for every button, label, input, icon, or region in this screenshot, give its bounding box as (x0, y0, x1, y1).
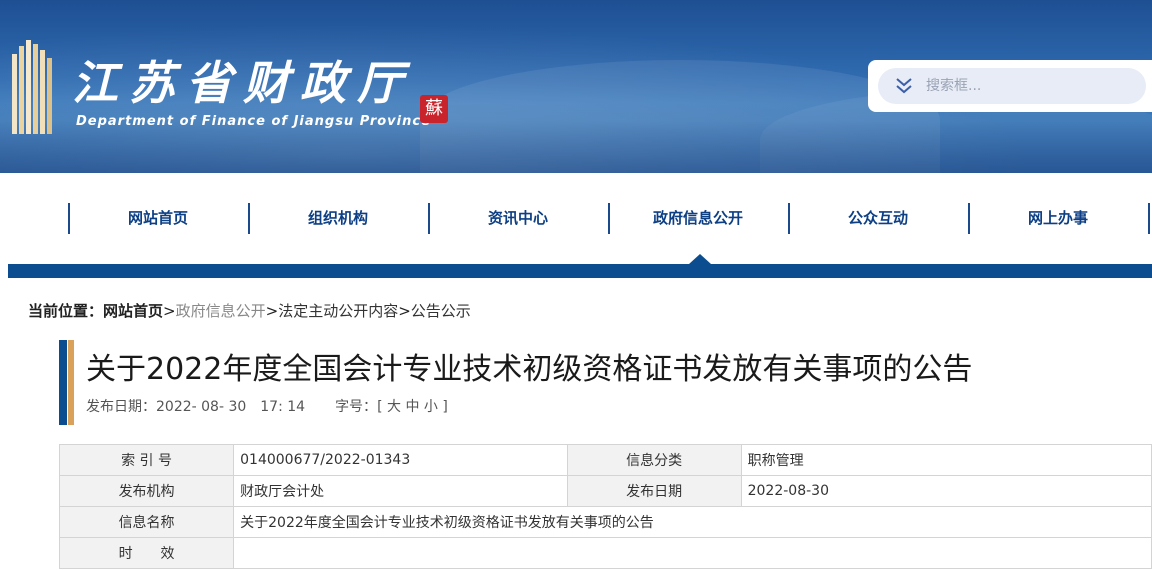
breadcrumb: 当前位置：网站首页>政府信息公开>法定主动公开内容>公告公示 (28, 300, 471, 321)
header-banner: 江苏省财政厅 Department of Finance of Jiangsu … (0, 0, 1152, 173)
table-cell-value: 关于2022年度全国会计专业技术初级资格证书发放有关事项的公告 (233, 506, 1152, 538)
table-cell-value: 职称管理 (740, 444, 1152, 476)
article-title: 关于2022年度全国会计专业技术初级资格证书发放有关事项的公告 (86, 352, 973, 387)
table-cell-label: 信息分类 (566, 444, 742, 476)
breadcrumb-separator: > (398, 302, 411, 320)
title-accent-bar (59, 340, 67, 425)
nav-active-pointer (689, 254, 711, 264)
font-size-label: 字号： (335, 399, 378, 415)
table-cell-value: 2022-08-30 (740, 475, 1152, 507)
breadcrumb-link-home[interactable]: 网站首页 (103, 302, 163, 320)
nav-item-news[interactable]: 资讯中心 (428, 203, 608, 233)
logo-icon (12, 40, 52, 134)
table-cell-label: 发布日期 (566, 475, 742, 507)
table-cell-value (233, 537, 1152, 569)
site-title: 江苏省财政厅 (72, 56, 414, 110)
article-header: 关于2022年度全国会计专业技术初级资格证书发放有关事项的公告 发布日期：202… (59, 340, 1149, 425)
info-table: 索 引 号 014000677/2022-01343 信息分类 职称管理 发布机… (58, 444, 1152, 569)
table-cell-value: 财政厅会计处 (233, 475, 568, 507)
nav-item-home[interactable]: 网站首页 (68, 203, 248, 233)
nav-underline-bar (8, 264, 1152, 278)
search-panel (868, 60, 1152, 112)
font-size-small-link[interactable]: 小 (424, 399, 438, 415)
table-cell-label: 索 引 号 (58, 444, 235, 476)
table-row: 时 效 (58, 537, 1152, 569)
date-label: 发布日期： (86, 399, 156, 415)
nav-divider (1148, 203, 1150, 234)
title-accent-bar (68, 340, 74, 425)
font-size-large-link[interactable]: 大 (387, 399, 401, 415)
nav-item-gov-info[interactable]: 政府信息公开 (608, 203, 788, 233)
breadcrumb-separator: > (163, 302, 176, 320)
table-row: 发布机构 财政厅会计处 发布日期 2022-08-30 (58, 475, 1152, 507)
main-content: 当前位置：网站首页>政府信息公开>法定主动公开内容>公告公示 关于2022年度全… (8, 278, 1152, 570)
nav-item-organization[interactable]: 组织机构 (248, 203, 428, 233)
site-subtitle: Department of Finance of Jiangsu Provinc… (76, 114, 431, 129)
nav-item-online-service[interactable]: 网上办事 (968, 203, 1148, 233)
breadcrumb-link-statutory[interactable]: 法定主动公开内容 (278, 302, 398, 320)
search-input[interactable] (926, 68, 1136, 104)
breadcrumb-link-gov-info[interactable]: 政府信息公开 (176, 302, 266, 320)
table-cell-label: 信息名称 (58, 506, 235, 538)
breadcrumb-separator: > (265, 302, 279, 320)
seal-logo: 蘇 (420, 95, 448, 123)
chevron-down-icon[interactable] (894, 77, 914, 95)
table-cell-label: 发布机构 (58, 475, 235, 507)
font-size-bracket: [ (377, 399, 383, 415)
table-cell-value: 014000677/2022-01343 (233, 444, 568, 476)
breadcrumb-link-announcements[interactable]: 公告公示 (411, 302, 471, 320)
font-size-bracket: ] (442, 399, 448, 415)
nav-item-interaction[interactable]: 公众互动 (788, 203, 968, 233)
article-meta: 发布日期：2022- 08- 30 17: 14 字号：[ 大 中 小 ] (86, 396, 448, 416)
table-row: 索 引 号 014000677/2022-01343 信息分类 职称管理 (58, 444, 1152, 476)
font-size-medium-link[interactable]: 中 (405, 399, 419, 415)
publish-date: 2022- 08- 30 17: 14 (156, 399, 306, 415)
main-nav: 网站首页 组织机构 资讯中心 政府信息公开 公众互动 网上办事 (0, 173, 1152, 264)
table-row: 信息名称 关于2022年度全国会计专业技术初级资格证书发放有关事项的公告 (58, 506, 1152, 538)
search-box[interactable] (878, 68, 1146, 104)
breadcrumb-prefix: 当前位置： (28, 302, 104, 320)
table-cell-label: 时 效 (58, 537, 235, 569)
